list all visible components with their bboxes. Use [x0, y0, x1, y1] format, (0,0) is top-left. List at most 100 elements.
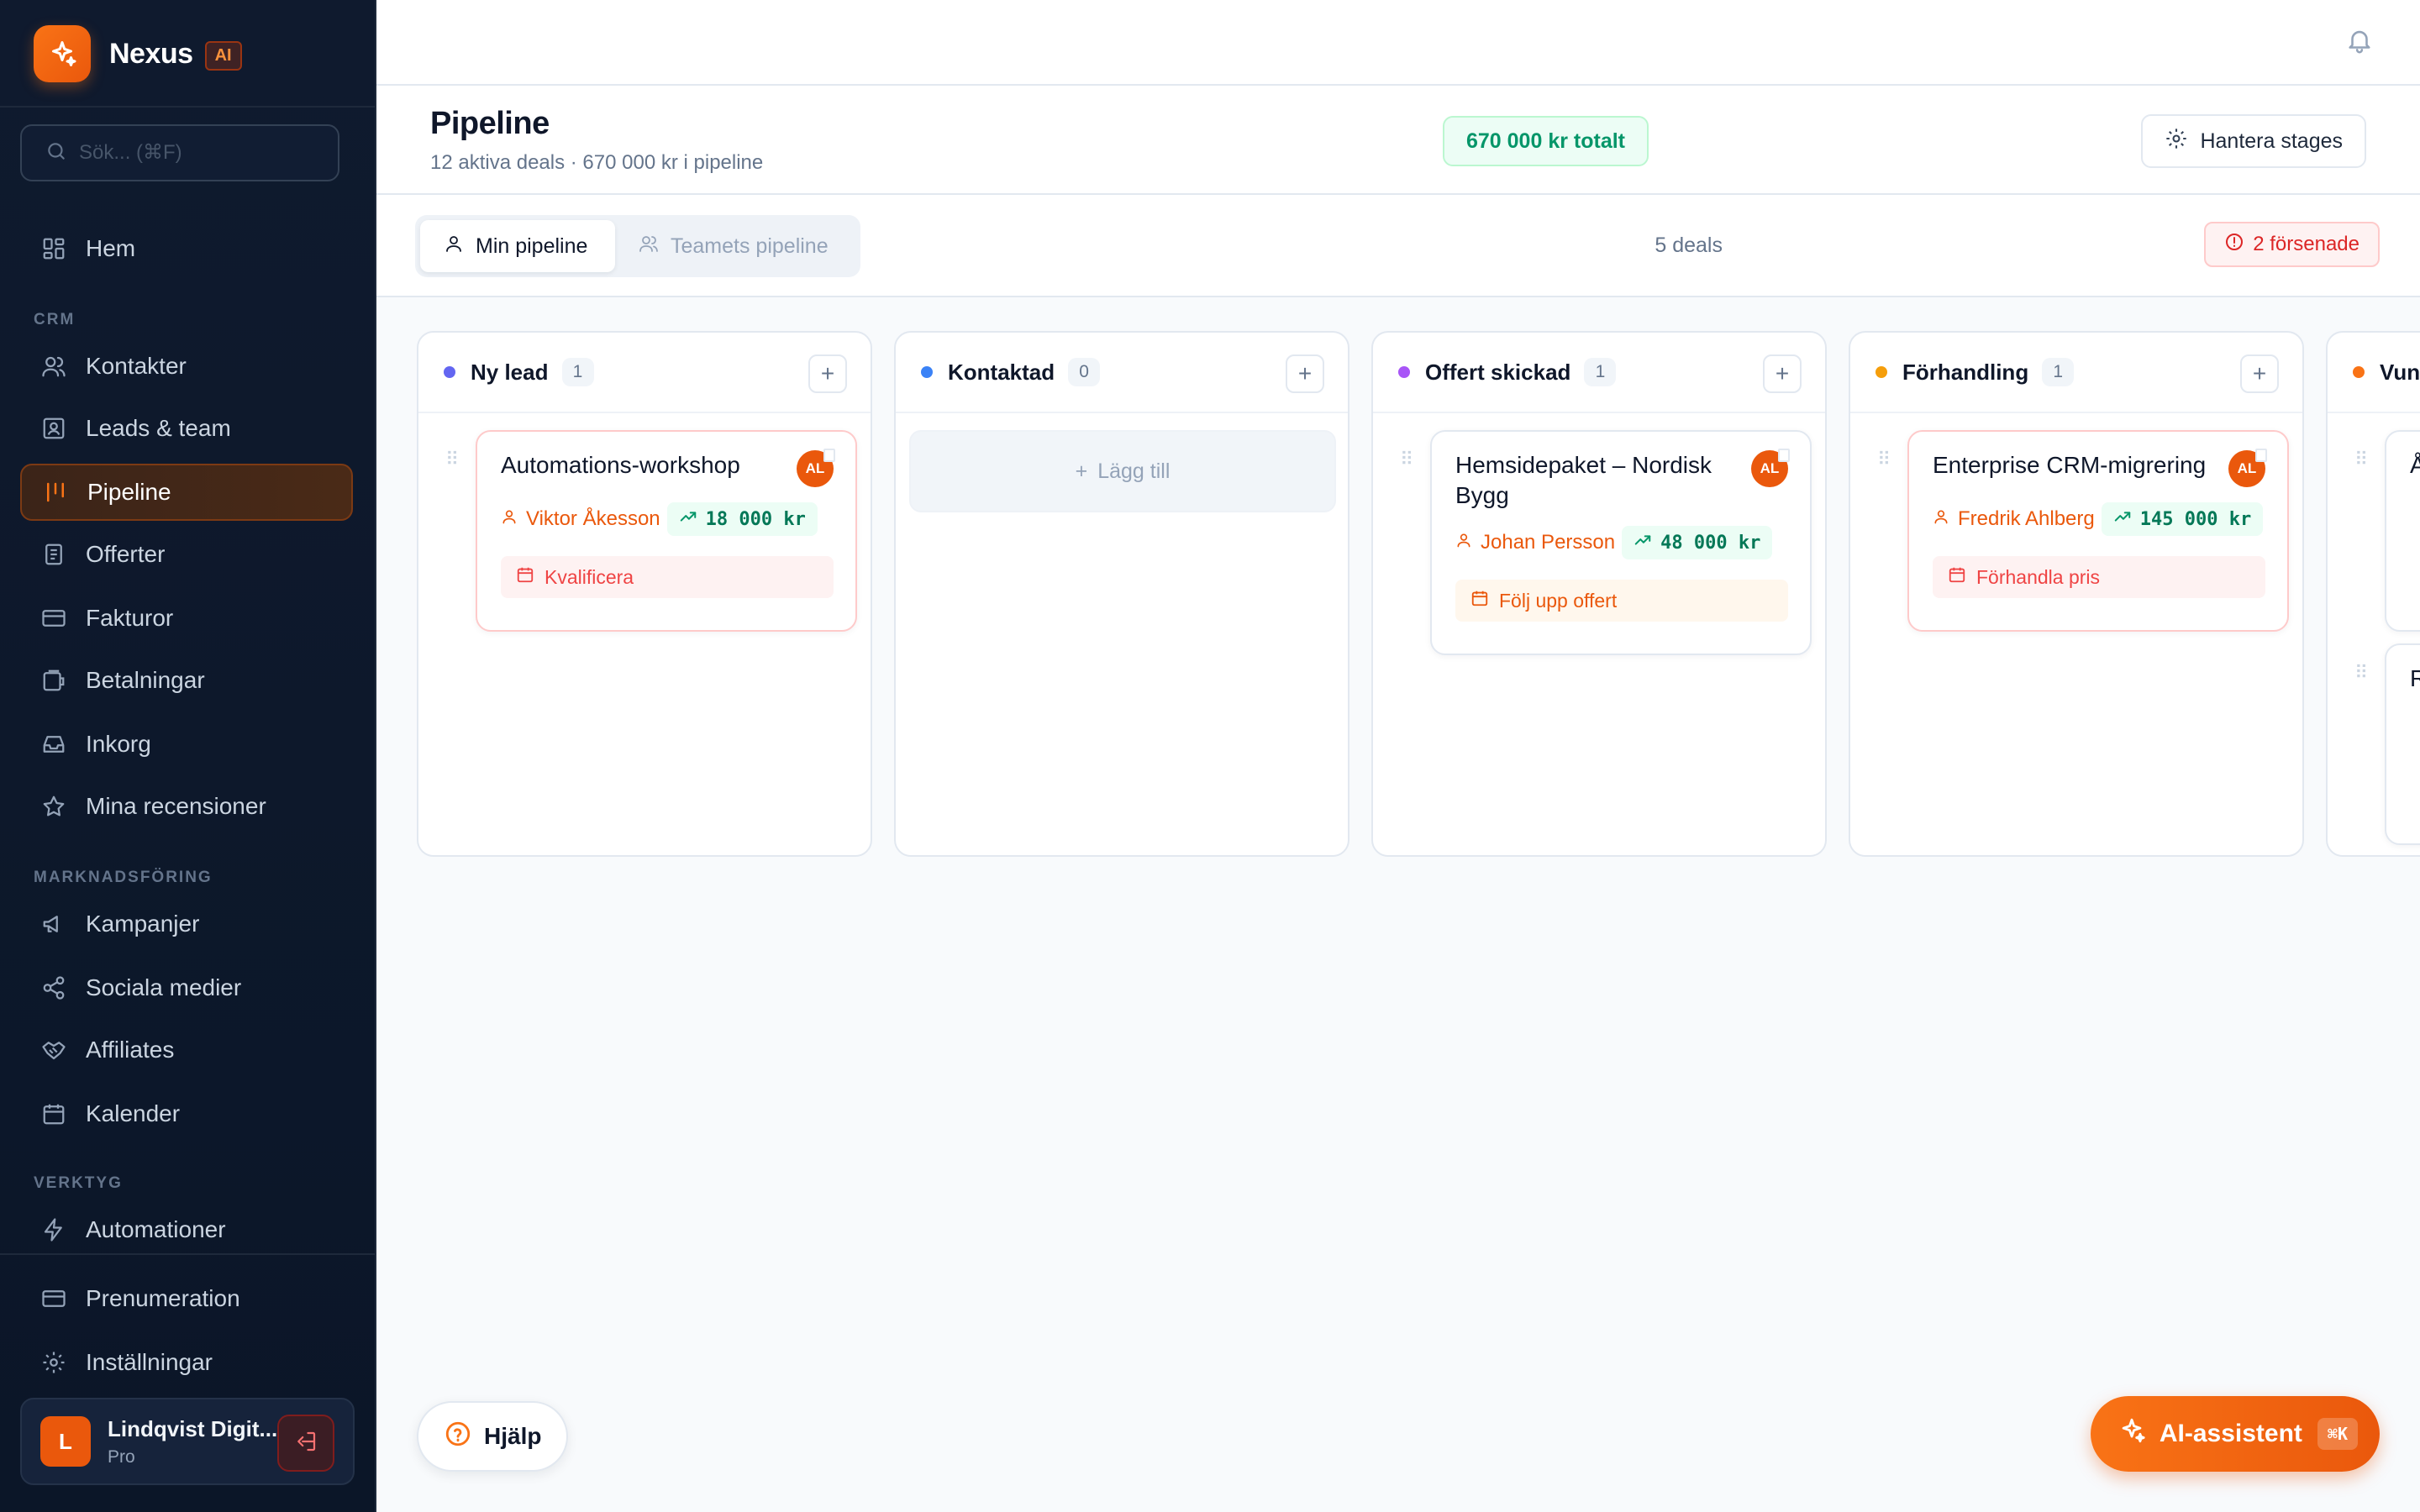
add-deal-button[interactable]: + [808, 354, 847, 393]
sidebar-item-sociala-medier[interactable]: Sociala medier [20, 959, 353, 1016]
sidebar-item-installningar[interactable]: Inställningar [20, 1334, 353, 1391]
deal-card[interactable]: R [2385, 643, 2420, 845]
add-deal-placeholder[interactable]: + Lägg till [909, 430, 1336, 512]
pipeline-icon [42, 479, 69, 506]
user-card[interactable]: L Lindqvist Digit... Pro [20, 1398, 355, 1485]
deal-contact[interactable]: Viktor Åkesson 18 000 kr [501, 502, 818, 536]
sidebar-item-automationer[interactable]: Automationer [20, 1201, 353, 1258]
sidebar-item-kampanjer[interactable]: Kampanjer [20, 895, 353, 953]
deal-card[interactable]: Automations-workshop AL Viktor Åkesson 1… [476, 430, 857, 632]
pipeline-scope-toggle: Min pipeline Teamets pipeline [415, 215, 860, 277]
contact-card-icon [40, 415, 67, 442]
deal-title: Automations-workshop [501, 452, 740, 478]
sidebar-item-offerter[interactable]: Offerter [20, 526, 353, 583]
credit-card-icon [40, 605, 67, 632]
avatar: AL [797, 449, 835, 487]
deal-title: Å [2410, 450, 2420, 480]
search-input[interactable] [79, 141, 314, 165]
drag-handle-icon[interactable]: ⠿ [1877, 449, 1891, 470]
deal-card[interactable]: Å [2385, 430, 2420, 632]
add-deal-button[interactable]: + [1286, 354, 1324, 393]
avatar-initials: AL [2237, 460, 2257, 476]
ai-assistant-button[interactable]: AI-assistent ⌘K [2090, 1396, 2380, 1472]
column-forhandling: Förhandling 1 + ⠿ Enterprise CRM-migreri… [1849, 331, 2304, 857]
sidebar-item-fakturor[interactable]: Fakturor [20, 590, 353, 647]
column-count: 1 [561, 358, 594, 386]
document-icon [40, 541, 67, 568]
drag-handle-icon[interactable]: ⠿ [2354, 449, 2368, 470]
amount-value: 145 000 kr [2139, 508, 2252, 530]
sidebar: Nexus AI Hem CRM Kontakter Leads & team … [0, 0, 376, 1512]
amount-value: 18 000 kr [705, 508, 806, 530]
avatar: L [40, 1416, 91, 1467]
top-bar [376, 0, 2420, 86]
tab-min-pipeline[interactable]: Min pipeline [420, 220, 615, 272]
sidebar-item-label: Betalningar [86, 667, 205, 693]
drag-handle-icon[interactable]: ⠿ [1400, 449, 1413, 470]
sidebar-item-prenumeration[interactable]: Prenumeration [20, 1270, 353, 1327]
brand[interactable]: Nexus AI [34, 25, 242, 82]
task-label: Förhandla pris [1976, 565, 2101, 588]
ai-badge: AI [204, 40, 242, 71]
plus-icon: + [820, 360, 835, 386]
sidebar-item-affiliates[interactable]: Affiliates [20, 1021, 353, 1079]
sidebar-item-mina-recensioner[interactable]: Mina recensioner [20, 778, 353, 835]
sidebar-item-label: Sociala medier [86, 974, 242, 1000]
column-vunnen: Vunn ⠿ Å ⠿ R [2326, 331, 2420, 857]
column-count: 1 [2042, 358, 2075, 386]
share-icon [40, 974, 67, 1001]
manage-stages-button[interactable]: Hantera stages [2141, 114, 2366, 168]
sidebar-item-pipeline[interactable]: Pipeline [20, 464, 353, 521]
next-task[interactable]: Följ upp offert [1455, 580, 1788, 622]
sidebar-item-label: Prenumeration [86, 1285, 240, 1311]
trending-up-icon [1634, 531, 1652, 554]
tab-teamets-pipeline[interactable]: Teamets pipeline [615, 220, 852, 272]
sidebar-item-hem[interactable]: Hem [20, 220, 353, 277]
page-header: Pipeline 12 aktiva deals · 670 000 kr i … [376, 86, 2420, 195]
overdue-label: 2 försenade [2253, 233, 2360, 255]
sidebar-item-label: Affiliates [86, 1037, 175, 1063]
sidebar-item-leads-team[interactable]: Leads & team [20, 400, 353, 457]
add-placeholder-label: Lägg till [1097, 459, 1171, 483]
sidebar-item-inkorg[interactable]: Inkorg [20, 716, 353, 773]
shortcut-hint: ⌘K [2317, 1418, 2358, 1450]
deal-title: Enterprise CRM-migrering [1933, 452, 2207, 478]
help-button[interactable]: Hjälp [417, 1401, 569, 1472]
search-icon [45, 140, 67, 166]
credit-card-icon [40, 1285, 67, 1312]
sidebar-item-betalningar[interactable]: Betalningar [20, 652, 353, 709]
section-label-crm: CRM [34, 311, 76, 328]
add-deal-button[interactable]: + [1763, 354, 1802, 393]
deal-contact[interactable]: Johan Persson 48 000 kr [1455, 526, 1773, 559]
inbox-icon [40, 731, 67, 758]
column-count: 0 [1068, 358, 1101, 386]
deal-card[interactable]: Enterprise CRM-migrering AL Fredrik Ahlb… [1907, 430, 2289, 632]
overdue-badge[interactable]: 2 försenade [2204, 222, 2380, 267]
sidebar-item-label: Fakturor [86, 605, 174, 631]
notifications-button[interactable] [2343, 25, 2376, 59]
logout-button[interactable] [277, 1415, 334, 1472]
next-task[interactable]: Kvalificera [501, 556, 834, 598]
page-subtitle: 12 aktiva deals · 670 000 kr i pipeline [430, 151, 764, 174]
deal-title: R [2410, 664, 2420, 694]
sidebar-item-kontakter[interactable]: Kontakter [20, 338, 353, 395]
drag-handle-icon[interactable]: ⠿ [2354, 662, 2368, 684]
tab-label: Teamets pipeline [671, 234, 829, 258]
deal-contact[interactable]: Fredrik Ahlberg 145 000 kr [1933, 502, 2264, 536]
search-box[interactable] [20, 124, 339, 181]
drag-handle-icon[interactable]: ⠿ [445, 449, 459, 470]
sparkle-icon [2118, 1416, 2146, 1452]
next-task[interactable]: Förhandla pris [1933, 556, 2265, 598]
sidebar-item-kalender[interactable]: Kalender [20, 1085, 353, 1142]
column-offert-skickad: Offert skickad 1 + ⠿ Hemsidepaket – Nord… [1371, 331, 1827, 857]
trending-up-icon [2113, 507, 2132, 531]
add-deal-button[interactable]: + [2240, 354, 2279, 393]
alert-circle-icon [2224, 232, 2244, 258]
total-badge: 670 000 kr totalt [1443, 116, 1649, 166]
ai-assistant-label: AI-assistent [2159, 1420, 2302, 1447]
deal-card[interactable]: Hemsidepaket – Nordisk Bygg AL Johan Per… [1430, 430, 1812, 655]
tab-label: Min pipeline [476, 234, 588, 258]
tabs-bar: Min pipeline Teamets pipeline 5 deals 2 … [376, 195, 2420, 297]
calendar-icon [1470, 589, 1489, 612]
sidebar-item-label: Inställningar [86, 1349, 213, 1375]
